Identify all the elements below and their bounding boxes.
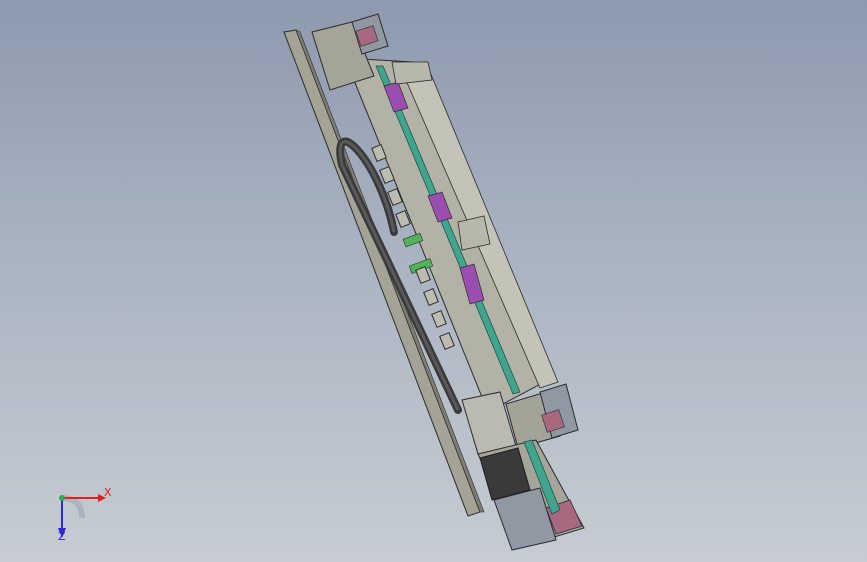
linear-module-assembly[interactable]	[0, 0, 867, 562]
middle-bracket[interactable]	[457, 215, 491, 251]
clamp-green-1[interactable]	[402, 232, 424, 248]
top-sensor-bracket[interactable]	[391, 61, 433, 85]
graphics-viewport[interactable]: X Z	[0, 0, 867, 562]
x-axis-label: X	[104, 486, 112, 499]
coordinate-triad: X Z	[48, 484, 118, 544]
z-axis-label: Z	[58, 530, 66, 543]
